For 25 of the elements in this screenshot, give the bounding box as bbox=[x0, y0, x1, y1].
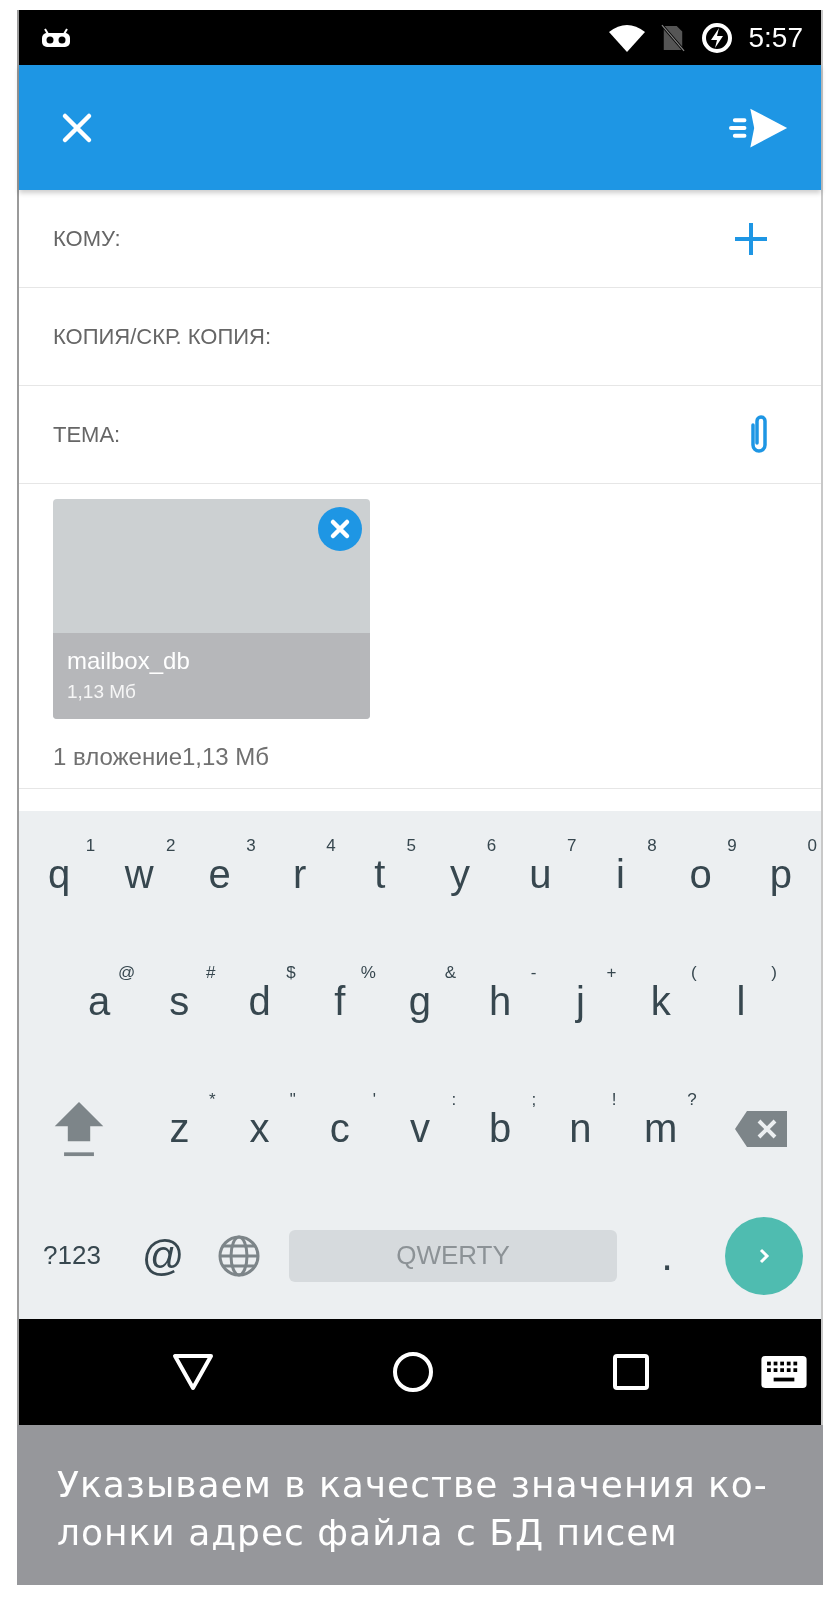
no-sim-icon bbox=[660, 23, 685, 52]
key[interactable]: . bbox=[629, 1200, 705, 1311]
backspace-icon bbox=[732, 1108, 789, 1149]
attachment-summary: 1 вложение1,13 Мб bbox=[53, 743, 271, 771]
battery-saver-icon bbox=[700, 21, 733, 54]
file-name: mailbox_db bbox=[67, 647, 191, 675]
remove-icon[interactable] bbox=[318, 507, 362, 551]
form-field[interactable]: ТЕМА: bbox=[19, 386, 821, 484]
file-size: 1,13 Мб bbox=[67, 681, 137, 703]
caption-text: Указываем в качестве значения ко- лонки адрес файла с БД писем bbox=[57, 1463, 769, 1555]
form-field[interactable]: КОМУ: bbox=[19, 190, 821, 288]
wifi-icon bbox=[608, 23, 645, 52]
globe-icon bbox=[217, 1233, 261, 1278]
recents-button[interactable] bbox=[611, 1352, 651, 1392]
field-label: ТЕМА: bbox=[53, 421, 121, 448]
clock-time: 5:57 bbox=[748, 21, 803, 54]
field-label: КОПИЯ/СКР. КОПИЯ: bbox=[53, 323, 272, 350]
keyboard-switch-button[interactable] bbox=[761, 1356, 807, 1388]
field-label: КОМУ: bbox=[53, 225, 121, 252]
form-field[interactable]: КОПИЯ/СКР. КОПИЯ: bbox=[19, 288, 821, 386]
home-button[interactable] bbox=[391, 1350, 435, 1394]
symbols-key[interactable]: ?123 bbox=[19, 1200, 125, 1311]
key[interactable]: @ bbox=[125, 1200, 201, 1311]
back-button[interactable] bbox=[171, 1352, 215, 1392]
robot-head-icon bbox=[41, 27, 71, 48]
